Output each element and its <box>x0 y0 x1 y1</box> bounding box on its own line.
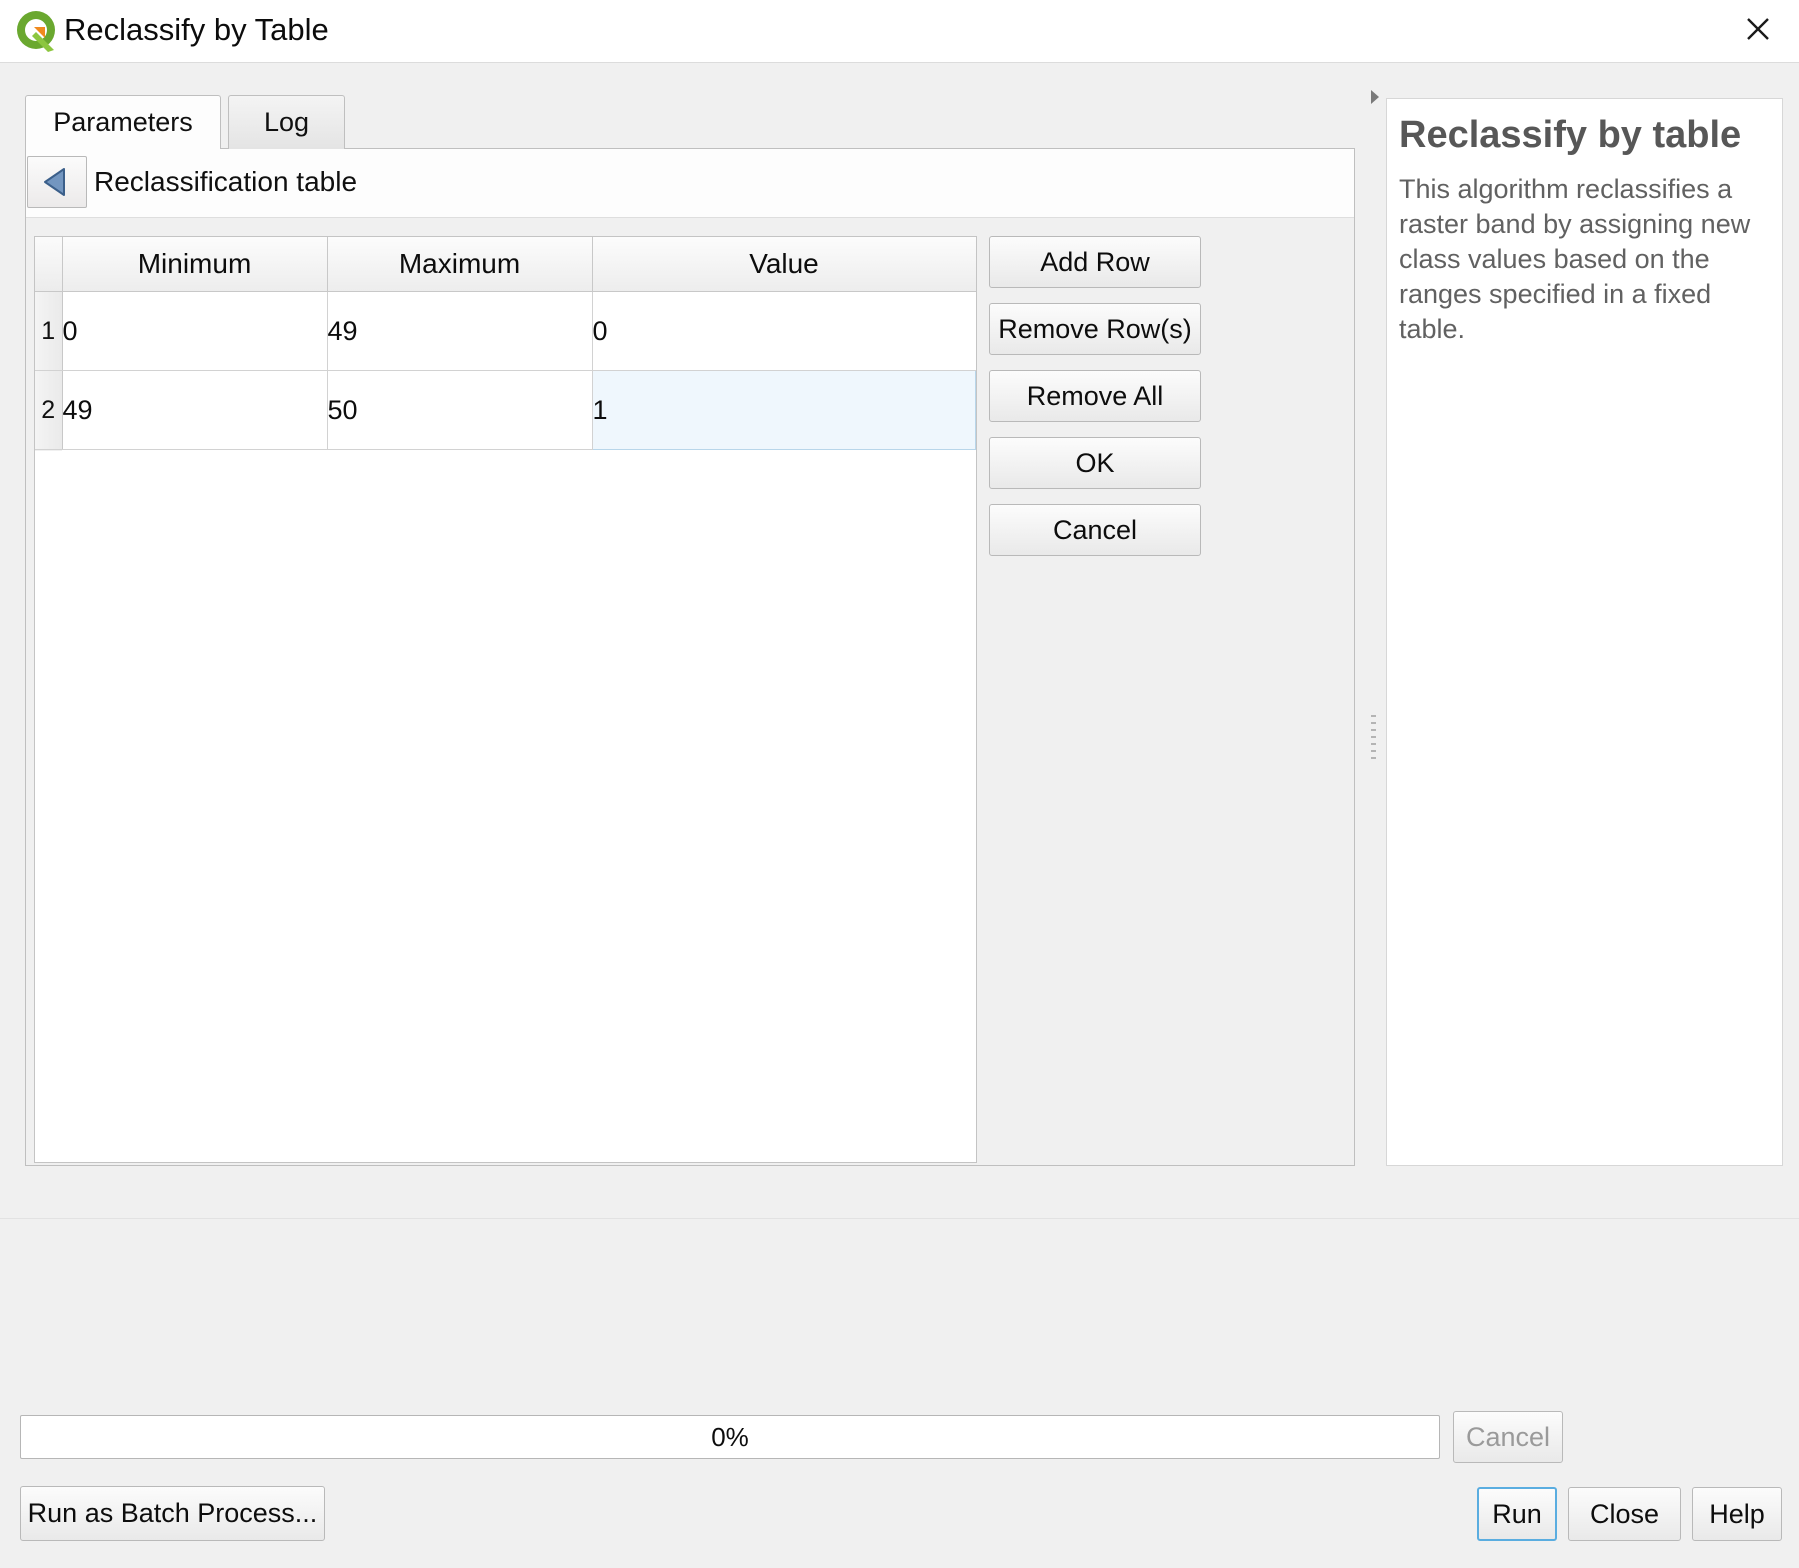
remove-all-button[interactable]: Remove All <box>989 370 1201 422</box>
add-row-button[interactable]: Add Row <box>989 236 1201 288</box>
tab-bar: Parameters Log <box>25 95 1355 149</box>
close-icon[interactable] <box>1735 6 1781 52</box>
tab-parameters[interactable]: Parameters <box>25 95 221 149</box>
help-panel: Reclassify by table This algorithm recla… <box>1386 98 1783 1166</box>
run-as-batch-button[interactable]: Run as Batch Process... <box>20 1486 325 1541</box>
panel-splitter[interactable] <box>1362 148 1386 1166</box>
cell-maximum-2[interactable]: 50 <box>327 371 592 450</box>
qgis-logo-icon <box>14 8 58 52</box>
table-empty-area <box>35 450 976 451</box>
cell-minimum-1[interactable]: 0 <box>62 292 327 371</box>
close-button[interactable]: Close <box>1568 1487 1681 1541</box>
row-header-2[interactable]: 2 <box>35 371 62 450</box>
help-description: This algorithm reclassifies a raster ban… <box>1399 172 1770 347</box>
cell-minimum-2[interactable]: 49 <box>62 371 327 450</box>
help-button[interactable]: Help <box>1692 1487 1782 1541</box>
help-title: Reclassify by table <box>1399 113 1770 158</box>
column-header-maximum[interactable]: Maximum <box>327 237 592 292</box>
cell-value-1[interactable]: 0 <box>592 292 976 371</box>
table-row[interactable]: 2 49 50 1 <box>35 371 976 450</box>
reclassify-by-table-dialog: Reclassify by Table Parameters Log Recla… <box>0 0 1799 1568</box>
parameters-body: Minimum Maximum Value 1 0 49 0 <box>26 218 1354 1165</box>
footer-divider <box>0 1218 1799 1219</box>
cell-maximum-1[interactable]: 49 <box>327 292 592 371</box>
cancel-run-button[interactable]: Cancel <box>1453 1411 1563 1463</box>
remove-rows-button[interactable]: Remove Row(s) <box>989 303 1201 355</box>
cell-value-2[interactable]: 1 <box>592 371 976 450</box>
column-header-minimum[interactable]: Minimum <box>62 237 327 292</box>
progress-bar: 0% <box>20 1415 1440 1459</box>
tab-log[interactable]: Log <box>228 95 345 149</box>
reclassification-table[interactable]: Minimum Maximum Value 1 0 49 0 <box>34 236 977 1163</box>
table-actions: Add Row Remove Row(s) Remove All OK Canc… <box>989 236 1201 571</box>
run-button[interactable]: Run <box>1477 1487 1557 1541</box>
table-header-row: Minimum Maximum Value <box>35 237 976 292</box>
progress-label: 0% <box>711 1422 749 1453</box>
expand-help-arrow-icon[interactable] <box>1364 86 1386 108</box>
cancel-button[interactable]: Cancel <box>989 504 1201 556</box>
ok-button[interactable]: OK <box>989 437 1201 489</box>
row-header-1[interactable]: 1 <box>35 292 62 371</box>
table-corner <box>35 237 62 292</box>
titlebar: Reclassify by Table <box>0 0 1799 63</box>
splitter-grip-icon <box>1371 715 1376 759</box>
window-title: Reclassify by Table <box>64 8 329 52</box>
back-arrow-icon[interactable] <box>27 156 87 208</box>
parameters-page: Reclassification table Minimum <box>25 148 1355 1166</box>
page-title: Reclassification table <box>94 157 357 207</box>
table-row[interactable]: 1 0 49 0 <box>35 292 976 371</box>
column-header-value[interactable]: Value <box>592 237 976 292</box>
